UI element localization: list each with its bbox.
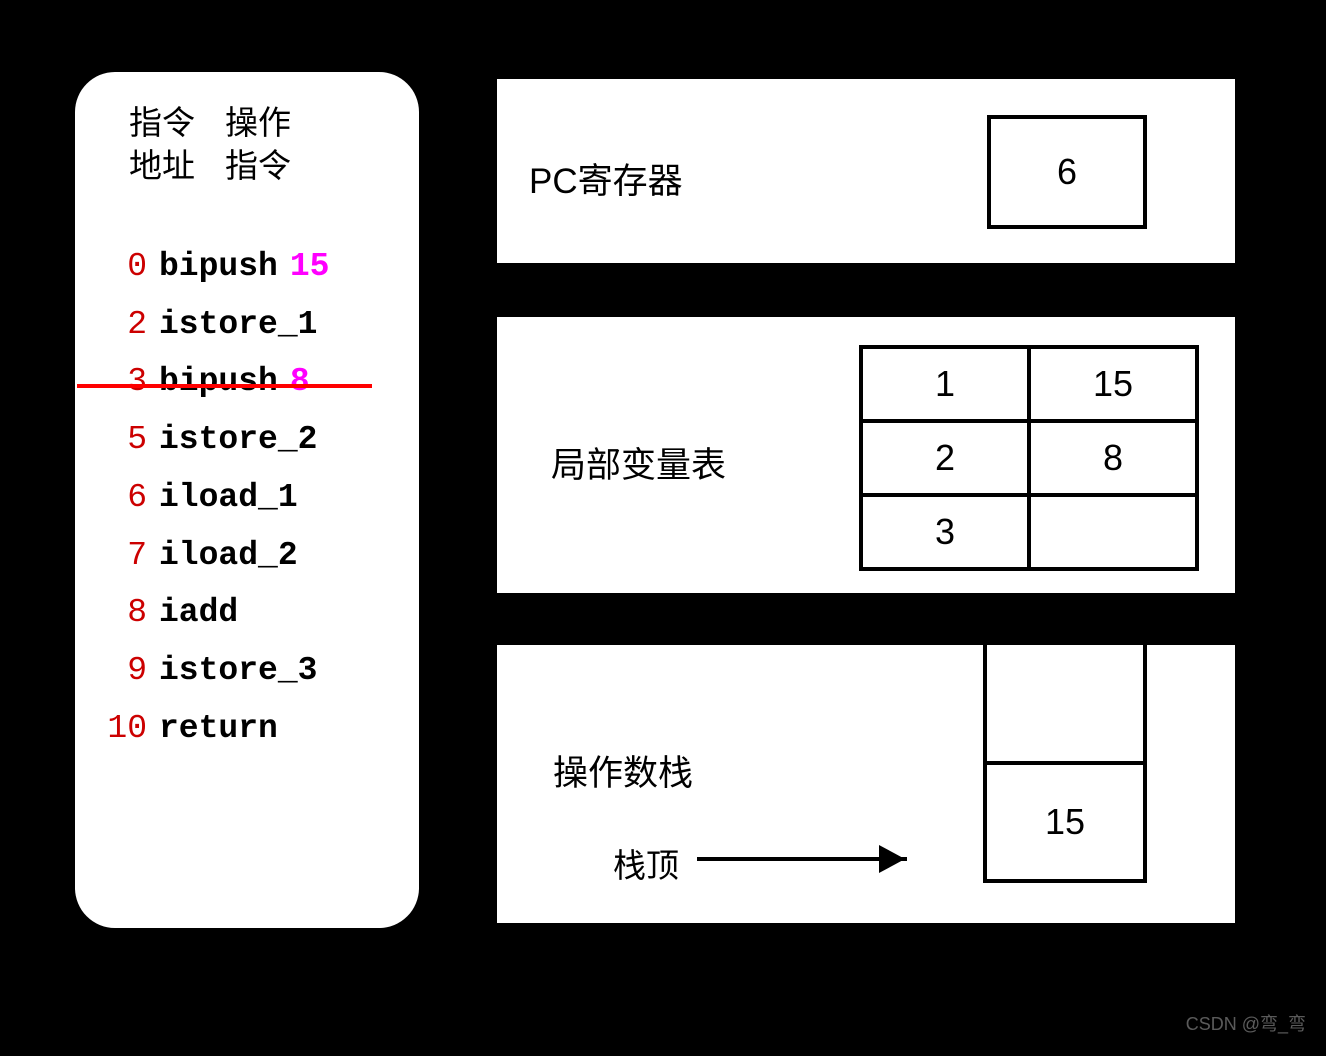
instruction-opcode: iload_2 <box>159 527 298 585</box>
instruction-row: 2 istore_1 <box>95 296 399 354</box>
pc-register-label: PC寄存器 <box>529 153 683 204</box>
instruction-row: 9 istore_3 <box>95 642 399 700</box>
header-address: 指令 地址 <box>129 102 195 188</box>
bytecode-headers: 指令 地址 操作 指令 <box>129 102 399 188</box>
local-variable-table: 1 15 2 8 3 <box>859 345 1199 571</box>
stack-cell <box>985 645 1145 763</box>
instruction-row: 5 istore_2 <box>95 411 399 469</box>
instruction-addr: 7 <box>95 527 147 585</box>
header-opcode: 操作 指令 <box>225 102 291 188</box>
instruction-operand: 8 <box>290 353 310 411</box>
arrow-head <box>879 845 905 873</box>
instruction-opcode: istore_2 <box>159 411 317 469</box>
instruction-row: 7 iload_2 <box>95 527 399 585</box>
header-addr-line2: 地址 <box>129 145 195 188</box>
local-variable-table-label: 局部变量表 <box>551 437 726 488</box>
instruction-addr: 0 <box>95 238 147 296</box>
instruction-opcode: iload_1 <box>159 469 298 527</box>
table-row: 2 8 <box>861 421 1197 495</box>
instruction-opcode: bipush <box>159 238 278 296</box>
instruction-addr: 2 <box>95 296 147 354</box>
operand-stack-table: 15 <box>983 645 1147 883</box>
lvt-index: 3 <box>861 495 1029 569</box>
instruction-opcode: bipush <box>159 353 278 411</box>
instruction-opcode: istore_1 <box>159 296 317 354</box>
instruction-addr: 6 <box>95 469 147 527</box>
pc-register-value: 6 <box>1057 151 1077 193</box>
stack-cell: 15 <box>985 763 1145 881</box>
bytecode-panel: 指令 地址 操作 指令 0 bipush 15 2 istore_1 3 bip… <box>75 72 419 928</box>
instruction-row: 0 bipush 15 <box>95 238 399 296</box>
pc-register-panel: PC寄存器 6 <box>494 76 1238 266</box>
instruction-addr: 9 <box>95 642 147 700</box>
table-row: 15 <box>985 763 1145 881</box>
table-row: 1 15 <box>861 347 1197 421</box>
header-addr-line1: 指令 <box>129 102 195 145</box>
instruction-list: 0 bipush 15 2 istore_1 3 bipush 8 5 isto… <box>95 238 399 758</box>
instruction-opcode: iadd <box>159 584 238 642</box>
operand-stack-panel: 操作数栈 栈顶 15 <box>494 642 1238 926</box>
lvt-index: 2 <box>861 421 1029 495</box>
instruction-addr: 10 <box>95 700 147 758</box>
watermark: CSDN @弯_弯 <box>1186 1010 1306 1036</box>
table-row <box>985 645 1145 763</box>
lvt-index: 1 <box>861 347 1029 421</box>
operand-stack-label: 操作数栈 <box>553 745 693 796</box>
arrow-line <box>697 857 907 861</box>
instruction-addr: 8 <box>95 584 147 642</box>
local-variable-table-panel: 局部变量表 1 15 2 8 3 <box>494 314 1238 596</box>
instruction-addr: 3 <box>95 353 147 411</box>
instruction-opcode: return <box>159 700 278 758</box>
instruction-row: 8 iadd <box>95 584 399 642</box>
lvt-value: 8 <box>1029 421 1197 495</box>
header-op-line2: 指令 <box>225 145 291 188</box>
current-instruction-marker <box>77 384 372 388</box>
pc-register-value-box: 6 <box>987 115 1147 229</box>
instruction-row: 3 bipush 8 <box>95 353 399 411</box>
instruction-row: 10 return <box>95 700 399 758</box>
instruction-operand: 15 <box>290 238 330 296</box>
instruction-addr: 5 <box>95 411 147 469</box>
lvt-value <box>1029 495 1197 569</box>
table-row: 3 <box>861 495 1197 569</box>
instruction-opcode: istore_3 <box>159 642 317 700</box>
header-op-line1: 操作 <box>225 102 291 145</box>
stack-top-label: 栈顶 <box>613 839 679 887</box>
instruction-row: 6 iload_1 <box>95 469 399 527</box>
lvt-value: 15 <box>1029 347 1197 421</box>
